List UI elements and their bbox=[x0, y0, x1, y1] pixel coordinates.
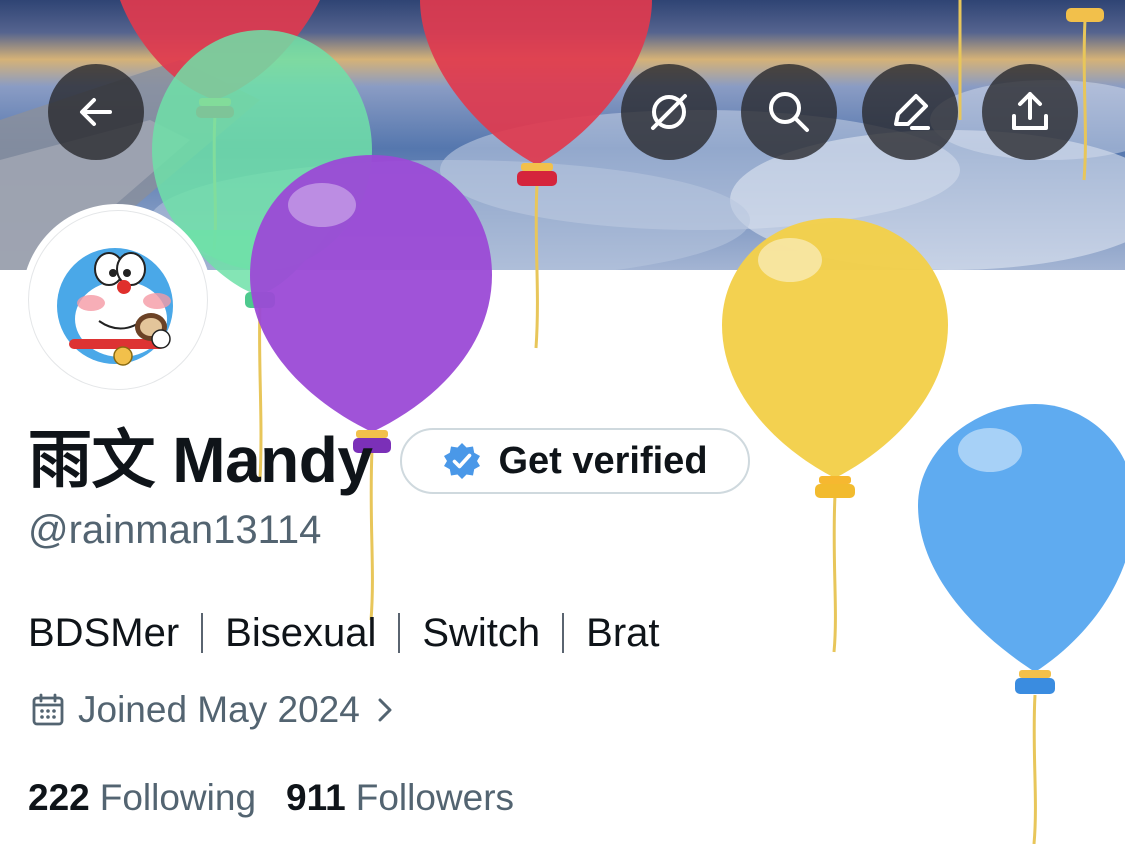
profile-handle: @rainman13114 bbox=[28, 508, 322, 552]
profile-name: 雨文 Mandy bbox=[28, 424, 373, 496]
share-icon bbox=[1012, 92, 1048, 130]
followers-link[interactable]: 911 Followers bbox=[286, 774, 544, 822]
bio-item: Brat bbox=[586, 611, 660, 655]
bio-item: BDSMer bbox=[28, 611, 180, 655]
followers-label: Followers bbox=[355, 777, 515, 818]
edit-icon bbox=[894, 94, 930, 130]
following-link[interactable]: 222 Following bbox=[28, 774, 286, 822]
followers-count: 911 bbox=[286, 777, 346, 818]
following-label: Following bbox=[99, 777, 257, 818]
balloon-blue bbox=[918, 404, 1125, 694]
grok-button[interactable] bbox=[621, 64, 717, 160]
following-count: 222 bbox=[28, 777, 90, 818]
joined-date-row[interactable]: Joined May 2024 bbox=[30, 686, 400, 734]
joined-date-label: Joined May 2024 bbox=[78, 689, 360, 730]
doraemon-avatar-image bbox=[57, 248, 173, 366]
grok-icon bbox=[651, 94, 687, 130]
back-arrow-icon bbox=[80, 98, 112, 126]
get-verified-label: Get verified bbox=[498, 439, 708, 482]
bio-item: Switch bbox=[422, 611, 541, 655]
bio-item: Bisexual bbox=[225, 611, 377, 655]
get-verified-button[interactable]: Get verified bbox=[400, 428, 750, 494]
bio-divider bbox=[562, 613, 565, 653]
back-button[interactable] bbox=[48, 64, 144, 160]
calendar-icon bbox=[32, 693, 64, 726]
verified-badge-icon bbox=[444, 443, 481, 479]
profile-bio: BDSMer Bisexual Switch Brat bbox=[28, 608, 660, 658]
search-button[interactable] bbox=[741, 64, 837, 160]
follow-stats: 222 Following 911 Followers bbox=[28, 774, 544, 822]
bio-divider bbox=[201, 613, 204, 653]
share-button[interactable] bbox=[982, 64, 1078, 160]
bio-divider bbox=[398, 613, 401, 653]
avatar[interactable] bbox=[28, 210, 208, 390]
search-icon bbox=[769, 92, 809, 132]
chevron-right-icon bbox=[378, 698, 392, 722]
edit-button[interactable] bbox=[862, 64, 958, 160]
